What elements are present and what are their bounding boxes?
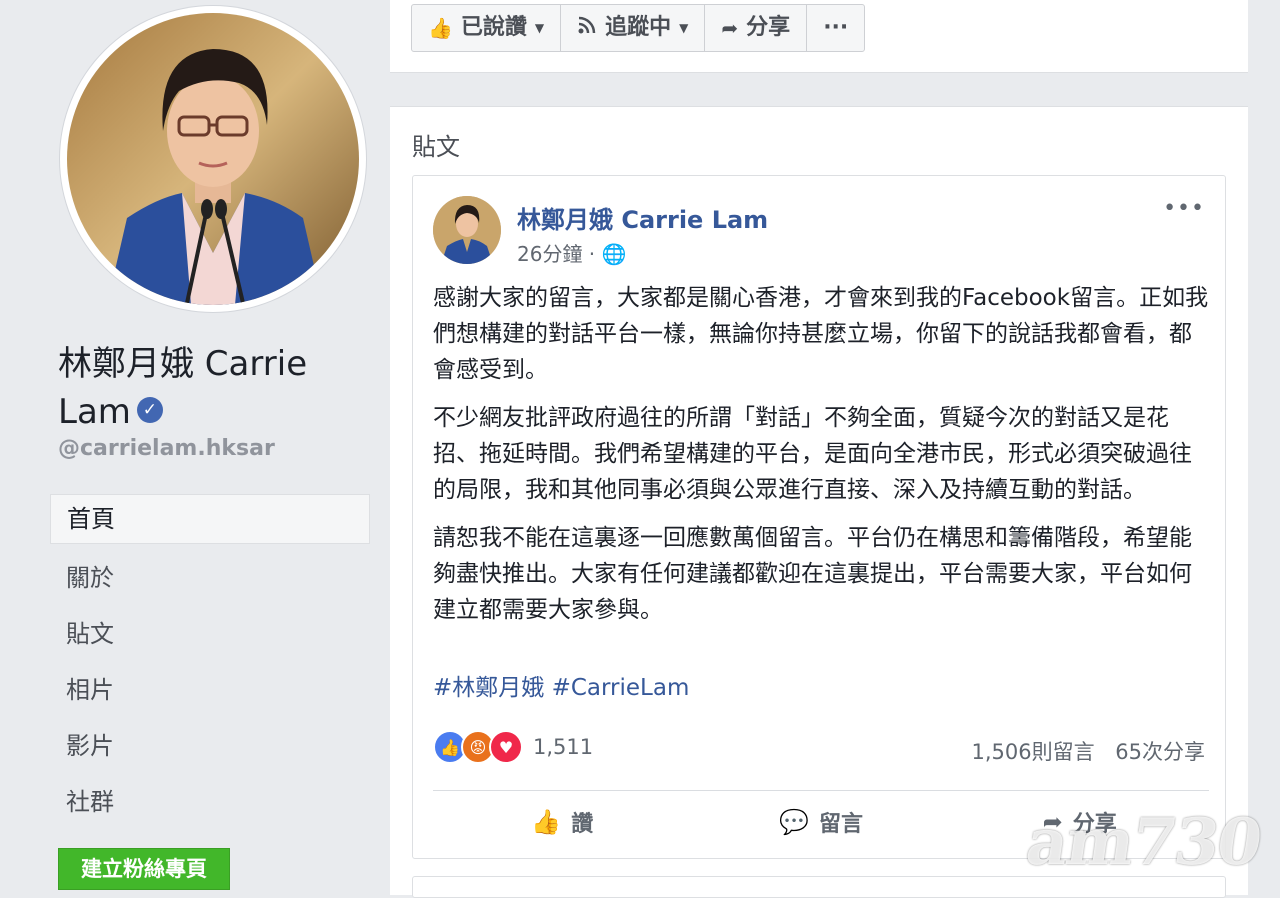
reactions-summary[interactable]: 👍 😡 ♥ 1,511 [433,730,593,764]
caret-down-icon: ▼ [679,21,689,35]
comment-label: 留言 [818,812,863,837]
like-label: 讚 [571,812,594,837]
post-stats: 1,506則留言 65次分享 [957,736,1205,766]
share-label: 分享 [746,15,791,40]
globe-icon: 🌐 [601,242,627,266]
verified-badge-icon: ✓ [136,396,163,423]
page-name-line1: 林鄭月娥 Carrie [58,344,308,384]
post-time-text: 26分鐘 · [517,242,602,266]
thumbs-up-icon: 👍 [428,16,453,40]
post: 林鄭月娥 Carrie Lam 26分鐘 · 🌐 ••• 感謝大家的留言，大家都… [412,175,1226,859]
nav-item-community[interactable]: 社群 [50,776,370,832]
caret-down-icon: ▼ [534,21,545,35]
nav-item-photos[interactable]: 相片 [50,664,370,720]
page-name-line2: Lam [58,392,131,432]
post-timestamp[interactable]: 26分鐘 · 🌐 [517,238,626,267]
post-hashtags[interactable]: #林鄭月娥 #CarrieLam [433,668,689,702]
post-paragraph: 不少網友批評政府過往的所謂「對話」不夠全面，質疑今次的對話又是花招、拖延時間。我… [433,405,1192,503]
nav-item-videos[interactable]: 影片 [50,720,370,776]
posts-section: 貼文 林鄭月娥 Carrie Lam 26分鐘 · 🌐 ••• 感謝大家的留言，… [390,106,1248,895]
liked-label: 已說讚 [460,15,527,40]
following-button[interactable]: 追蹤中 ▼ [561,5,706,51]
nav-item-home[interactable]: 首頁 [50,494,370,544]
watermark-logo: am730 [1021,805,1266,880]
left-sidebar: 林鄭月娥 Carrie Lam ✓ @carrielam.hksar 首頁 關於 … [0,0,390,894]
share-page-button[interactable]: ➦ 分享 [705,5,808,51]
liked-button[interactable]: 👍 已說讚 ▼ [412,5,562,51]
shares-count[interactable]: 65次分享 [1115,740,1205,764]
page-actions-card: 👍 已說讚 ▼ 追蹤中 ▼ ➦ 分享 ··· [390,0,1248,73]
comment-button[interactable]: 💬 留言 [692,798,951,846]
share-arrow-icon: ➦ [721,16,739,40]
page-handle[interactable]: @carrielam.hksar [58,436,275,461]
love-reaction-icon: ♥ [489,730,523,764]
post-paragraph: 請恕我不能在這裏逐一回應數萬個留言。平台仍在構思和籌備階段，希望能夠盡快推出。大… [433,525,1192,623]
thumbs-up-outline-icon: 👍 [531,808,562,836]
page-action-buttons: 👍 已說讚 ▼ 追蹤中 ▼ ➦ 分享 ··· [411,4,866,52]
post-author-avatar[interactable] [433,196,501,264]
create-page-button[interactable]: 建立粉絲專頁 [58,848,230,890]
profile-picture[interactable] [60,6,366,312]
reactions-count: 1,511 [533,735,594,759]
page-nav: 首頁 關於 貼文 相片 影片 社群 [50,494,370,832]
nav-item-about[interactable]: 關於 [50,552,370,608]
divider [433,790,1209,791]
more-options-button[interactable]: ··· [807,5,864,51]
nav-item-posts[interactable]: 貼文 [50,608,370,664]
post-author-name[interactable]: 林鄭月娥 Carrie Lam [517,200,768,235]
posts-section-title: 貼文 [412,133,460,161]
profile-photo [67,13,359,305]
post-paragraph: 感謝大家的留言，大家都是關心香港，才會來到我的Facebook留言。正如我們想構… [433,285,1209,383]
page-name: 林鄭月娥 Carrie Lam ✓ [58,340,378,436]
comments-count[interactable]: 1,506則留言 [971,740,1094,764]
post-body: 感謝大家的留言，大家都是關心香港，才會來到我的Facebook留言。正如我們想構… [433,280,1209,640]
like-button[interactable]: 👍 讚 [433,798,692,846]
rss-icon [577,5,597,51]
speech-bubble-icon: 💬 [779,808,809,836]
following-label: 追蹤中 [605,15,672,40]
post-more-options-button[interactable]: ••• [1163,196,1205,221]
